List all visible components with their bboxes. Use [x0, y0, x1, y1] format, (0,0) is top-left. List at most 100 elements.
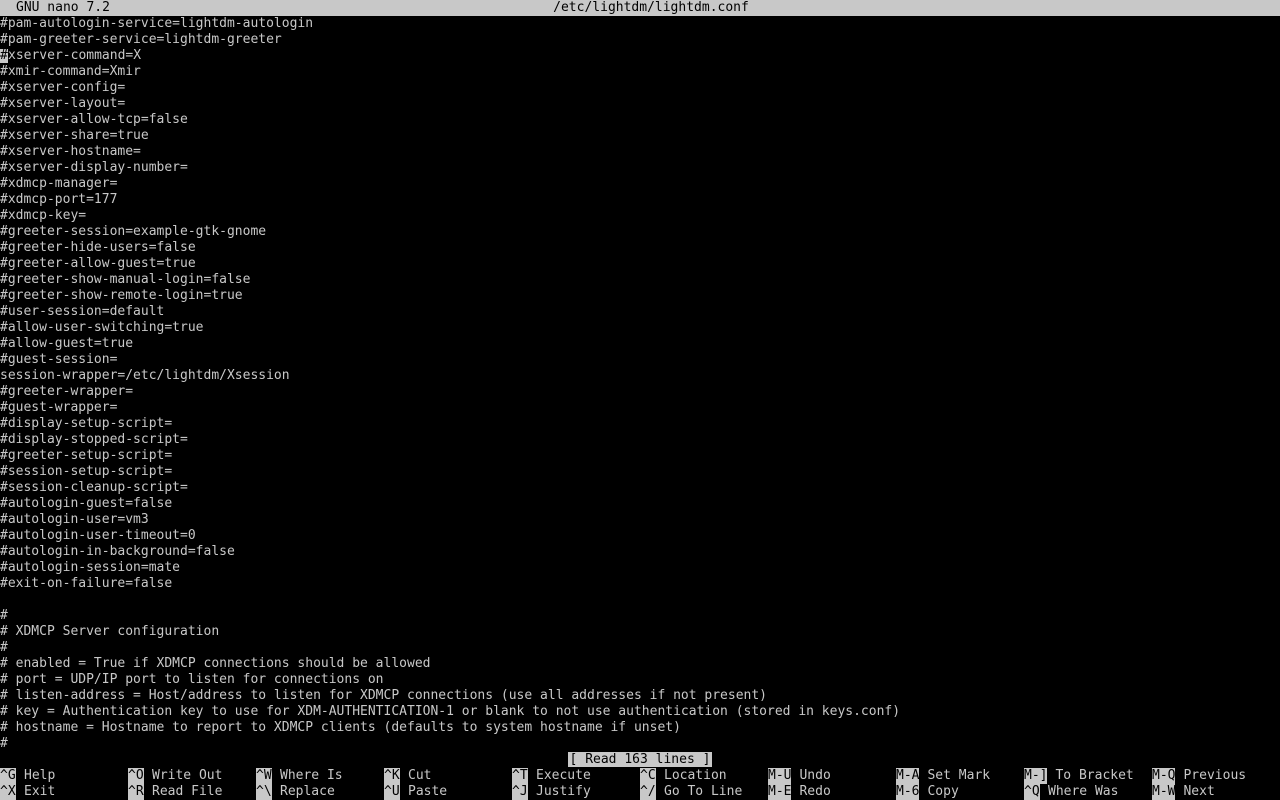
- text-editor-area[interactable]: #pam-autologin-service=lightdm-autologin…: [0, 16, 1280, 752]
- editor-line[interactable]: #greeter-setup-script=: [0, 448, 1280, 464]
- editor-line[interactable]: #exit-on-failure=false: [0, 576, 1280, 592]
- editor-line[interactable]: #pam-autologin-service=lightdm-autologin: [0, 16, 1280, 32]
- editor-line[interactable]: #greeter-hide-users=false: [0, 240, 1280, 256]
- shortcut-location[interactable]: ^C Location: [640, 768, 727, 784]
- editor-line[interactable]: #greeter-session=example-gtk-gnome: [0, 224, 1280, 240]
- editor-line[interactable]: #autologin-in-background=false: [0, 544, 1280, 560]
- editor-line[interactable]: session-wrapper=/etc/lightdm/Xsession: [0, 368, 1280, 384]
- editor-line[interactable]: #allow-user-switching=true: [0, 320, 1280, 336]
- shortcut-undo[interactable]: M-U Undo: [768, 768, 831, 784]
- editor-line[interactable]: #session-setup-script=: [0, 464, 1280, 480]
- shortcut-label: Next: [1183, 784, 1215, 799]
- editor-line[interactable]: #: [0, 736, 1280, 752]
- file-path: /etc/lightdm/lightdm.conf: [553, 0, 749, 15]
- shortcut-go-to-line[interactable]: ^/ Go To Line: [640, 784, 742, 800]
- editor-line[interactable]: #xdmcp-port=177: [0, 192, 1280, 208]
- editor-line[interactable]: #user-session=default: [0, 304, 1280, 320]
- shortcut-replace[interactable]: ^\ Replace: [256, 784, 335, 800]
- shortcut-key: M-A: [896, 768, 920, 784]
- shortcut-label: Undo: [799, 768, 831, 783]
- shortcut-key: ^W: [256, 768, 272, 784]
- editor-line[interactable]: #guest-wrapper=: [0, 400, 1280, 416]
- editor-line[interactable]: #autologin-user=vm3: [0, 512, 1280, 528]
- editor-line[interactable]: #guest-session=: [0, 352, 1280, 368]
- editor-line[interactable]: #session-cleanup-script=: [0, 480, 1280, 496]
- shortcut-label: Set Mark: [927, 768, 991, 783]
- shortcut-redo[interactable]: M-E Redo: [768, 784, 831, 800]
- status-message: [ Read 163 lines ]: [567, 752, 713, 767]
- editor-line[interactable]: #: [0, 608, 1280, 624]
- shortcut-to-bracket[interactable]: M-] To Bracket: [1024, 768, 1134, 784]
- shortcut-cut[interactable]: ^K Cut: [384, 768, 431, 784]
- editor-line[interactable]: # enabled = True if XDMCP connections sh…: [0, 656, 1280, 672]
- shortcut-write-out[interactable]: ^O Write Out: [128, 768, 222, 784]
- editor-line[interactable]: #greeter-show-remote-login=true: [0, 288, 1280, 304]
- editor-line[interactable]: [0, 592, 1280, 608]
- shortcut-key: ^R: [128, 784, 144, 800]
- shortcut-where-was[interactable]: ^Q Where Was: [1024, 784, 1118, 800]
- editor-line[interactable]: #autologin-guest=false: [0, 496, 1280, 512]
- shortcut-key: ^Q: [1024, 784, 1040, 800]
- shortcut-help[interactable]: ^G Help: [0, 768, 55, 784]
- editor-line[interactable]: #xmir-command=Xmir: [0, 64, 1280, 80]
- editor-line[interactable]: #xdmcp-key=: [0, 208, 1280, 224]
- editor-line-text: #: [0, 48, 8, 63]
- shortcut-key: ^\: [256, 784, 272, 800]
- shortcut-label: Where Was: [1048, 784, 1119, 799]
- editor-line[interactable]: #xserver-config=: [0, 80, 1280, 96]
- shortcut-key: ^O: [128, 768, 144, 784]
- editor-line[interactable]: #: [0, 640, 1280, 656]
- shortcut-label: Redo: [799, 784, 831, 799]
- nano-titlebar: /etc/lightdm/lightdm.conf GNU nano 7.2: [0, 0, 1280, 16]
- editor-line[interactable]: #xserver-hostname=: [0, 144, 1280, 160]
- shortcut-row-2: ^X Exit ^R Read File ^\ Replace ^U Paste ^J Justi…: [0, 784, 1280, 800]
- editor-line[interactable]: #greeter-wrapper=: [0, 384, 1280, 400]
- shortcut-key: ^J: [512, 784, 528, 800]
- shortcut-previous[interactable]: M-Q Previous: [1152, 768, 1246, 784]
- editor-line[interactable]: # key = Authentication key to use for XD…: [0, 704, 1280, 720]
- editor-line[interactable]: # xserver-command=X: [0, 48, 1280, 64]
- editor-line[interactable]: #greeter-show-manual-login=false: [0, 272, 1280, 288]
- shortcut-key: ^K: [384, 768, 400, 784]
- shortcut-justify[interactable]: ^J Justify: [512, 784, 591, 800]
- shortcut-execute[interactable]: ^T Execute: [512, 768, 591, 784]
- editor-line[interactable]: #xserver-layout=: [0, 96, 1280, 112]
- shortcut-row-1: ^G Help ^O Write Out ^W Where Is ^K Cut ^T Execut…: [0, 768, 1280, 784]
- editor-line[interactable]: #xserver-share=true: [0, 128, 1280, 144]
- shortcut-label: Justify: [536, 784, 591, 799]
- editor-line[interactable]: # XDMCP Server configuration: [0, 624, 1280, 640]
- editor-line[interactable]: #xserver-allow-tcp=false: [0, 112, 1280, 128]
- shortcut-key: M-E: [768, 784, 792, 800]
- shortcut-label: Replace: [280, 784, 335, 799]
- shortcut-key: ^X: [0, 784, 16, 800]
- editor-line[interactable]: #pam-greeter-service=lightdm-greeter: [0, 32, 1280, 48]
- shortcut-label: Execute: [536, 768, 591, 783]
- shortcut-key: M-Q: [1152, 768, 1176, 784]
- editor-line[interactable]: #autologin-user-timeout=0: [0, 528, 1280, 544]
- editor-line[interactable]: #allow-guest=true: [0, 336, 1280, 352]
- shortcut-key: M-W: [1152, 784, 1176, 800]
- editor-line[interactable]: # listen-address = Host/address to liste…: [0, 688, 1280, 704]
- shortcut-label: Paste: [408, 784, 448, 799]
- shortcut-key: ^T: [512, 768, 528, 784]
- shortcut-set-mark[interactable]: M-A Set Mark: [896, 768, 990, 784]
- editor-line[interactable]: #autologin-session=mate: [0, 560, 1280, 576]
- editor-line[interactable]: #xdmcp-manager=: [0, 176, 1280, 192]
- shortcut-copy[interactable]: M-6 Copy: [896, 784, 959, 800]
- shortcut-next[interactable]: M-W Next: [1152, 784, 1215, 800]
- editor-line[interactable]: #xserver-display-number=: [0, 160, 1280, 176]
- shortcut-paste[interactable]: ^U Paste: [384, 784, 447, 800]
- shortcut-exit[interactable]: ^X Exit: [0, 784, 55, 800]
- shortcut-read-file[interactable]: ^R Read File: [128, 784, 222, 800]
- shortcut-label: To Bracket: [1055, 768, 1134, 783]
- shortcut-where-is[interactable]: ^W Where Is: [256, 768, 343, 784]
- editor-line[interactable]: #display-stopped-script=: [0, 432, 1280, 448]
- shortcut-bar: ^G Help ^O Write Out ^W Where Is ^K Cut ^T Execut…: [0, 768, 1280, 800]
- editor-line[interactable]: # hostname = Hostname to report to XDMCP…: [0, 720, 1280, 736]
- shortcut-label: Copy: [927, 784, 959, 799]
- editor-line[interactable]: # port = UDP/IP port to listen for conne…: [0, 672, 1280, 688]
- editor-line[interactable]: #display-setup-script=: [0, 416, 1280, 432]
- shortcut-label: Location: [664, 768, 727, 783]
- shortcut-label: Exit: [24, 784, 56, 799]
- editor-line[interactable]: #greeter-allow-guest=true: [0, 256, 1280, 272]
